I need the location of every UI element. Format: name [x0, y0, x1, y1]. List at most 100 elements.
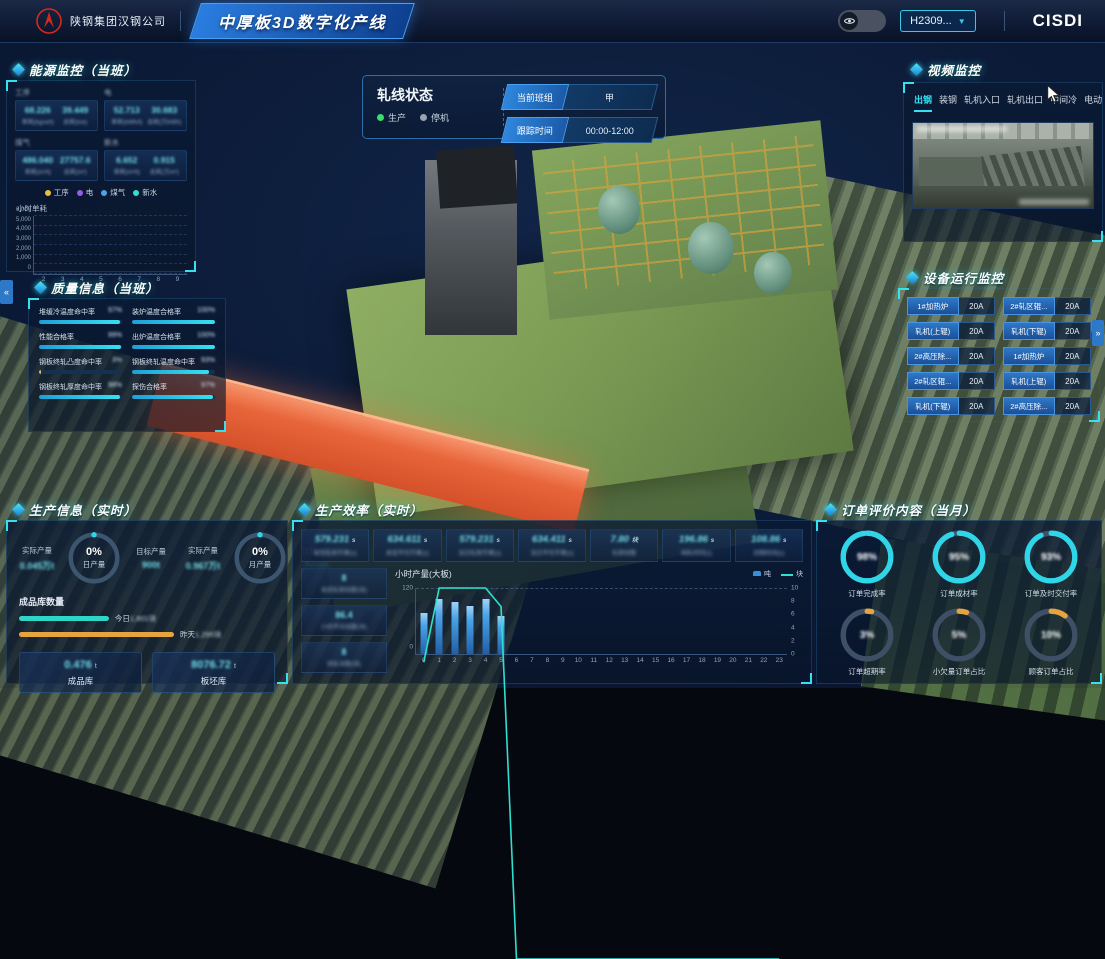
device-current-value: 20A	[1055, 347, 1091, 365]
stock-bar-row: 昨天1,295块	[19, 629, 275, 640]
quality-panel: 堆缓冷温度命中率 97% 装炉温度合格率 100% 性能合格率 99%	[28, 298, 226, 432]
legend-bars[interactable]: 吨	[753, 569, 771, 579]
device-current-value: 20A	[959, 397, 995, 415]
legend-line[interactable]: 块	[781, 569, 803, 579]
legend-item[interactable]: 工序	[45, 187, 69, 198]
status-row-label-button[interactable]: 当前班组	[501, 84, 569, 110]
stock-bar-label: 今日1,801块	[115, 613, 156, 624]
device-name-button[interactable]: 轧机(下辊)	[1003, 322, 1055, 340]
device-item: 轧机(上辊) 20A	[1003, 372, 1091, 390]
side-stat-label: 本班轧制块数(块)	[302, 585, 386, 594]
quality-progress-track	[39, 370, 122, 374]
energy-panel-header: 能源监控（当班）	[14, 60, 137, 79]
video-tab[interactable]: 轧机入口	[964, 93, 1000, 112]
diamond-icon	[824, 503, 837, 516]
page-title: 中厚板3D数字化产线	[218, 9, 386, 33]
device-name-button[interactable]: 1#加热炉	[1003, 347, 1055, 365]
stat-label: 本班轧制节奏(s)	[303, 548, 367, 557]
dropdown-value: H2309...	[910, 15, 952, 27]
camera-timestamp-overlay	[917, 126, 1007, 132]
orders-panel: 98% 订单完成率 95% 订单成材率 93% 订单及时交付率 3% 订单超期率	[816, 520, 1102, 684]
quality-label: 钢板终轧凸度命中率	[39, 357, 102, 367]
device-name-button[interactable]: 2#高压除...	[1003, 397, 1055, 415]
energy-value: 30.683	[146, 105, 184, 115]
legend-item[interactable]: 新水	[133, 187, 157, 198]
device-name-button[interactable]: 1#加热炉	[907, 297, 959, 315]
energy-value-label: 总耗(tce)	[57, 117, 95, 126]
quality-progress-track	[39, 395, 122, 399]
devices-panel-title: 设备运行监控	[923, 268, 1004, 287]
device-current-value: 20A	[1055, 297, 1091, 315]
quality-value: 98%	[108, 382, 122, 392]
quality-progress-fill	[39, 370, 41, 374]
side-stat-label: 小时平均块数(块)	[302, 622, 386, 631]
energy-group: 煤气 486.040 单耗(m³/t) 27757.6 总耗(m³)	[15, 137, 98, 181]
orders-panel-title: 订单评价内容（当月）	[841, 500, 976, 519]
expand-right-handle[interactable]: »	[1092, 320, 1104, 346]
device-item: 轧机(下辊) 20A	[907, 397, 995, 415]
visibility-toggle[interactable]	[838, 10, 886, 32]
line-status-panel: 轧线状态 生产 停机 当前班组 甲 跟踪时间 00:00-12:00	[362, 75, 666, 139]
device-name-button[interactable]: 轧机(下辊)	[907, 397, 959, 415]
order-donut: 5% 小欠量订单占比	[915, 607, 1003, 677]
video-panel-header: 视频监控	[912, 60, 981, 79]
quality-progress-track	[132, 395, 215, 399]
stat-label: 间隙时间(s)	[737, 548, 801, 557]
camera-watermark-overlay	[1019, 199, 1089, 205]
order-donut: 98% 订单完成率	[823, 529, 911, 599]
legend-item[interactable]: 煤气	[101, 187, 125, 198]
status-row-label-button[interactable]: 跟踪时间	[501, 117, 569, 143]
order-donut: 10% 顾客订单占比	[1007, 607, 1095, 677]
page-title-plate: 中厚板3D数字化产线	[189, 3, 415, 39]
warehouse-card[interactable]: 0.476 t 成品库	[19, 652, 142, 693]
stat-label: 轧制块数	[592, 548, 656, 557]
energy-value: 0.915	[146, 155, 184, 165]
quality-progress-track	[132, 370, 215, 374]
video-tab[interactable]: 电动辊	[1084, 93, 1102, 112]
top-bar: 陕钢集团汉钢公司 中厚板3D数字化产线 H2309... ▼ CISDI	[0, 0, 1105, 43]
camera-feed[interactable]	[912, 122, 1094, 209]
order-select-dropdown[interactable]: H2309... ▼	[900, 10, 976, 32]
stock-section-title: 成品库数量	[19, 595, 287, 608]
donut-percent: 95%	[931, 529, 987, 585]
device-current-value: 20A	[959, 297, 995, 315]
device-name-button[interactable]: 轧机(上辊)	[907, 322, 959, 340]
device-current-value: 20A	[959, 322, 995, 340]
legend-item[interactable]: 电	[77, 187, 94, 198]
status-label: 生产	[388, 113, 406, 123]
collapse-left-handle[interactable]: «	[0, 280, 13, 304]
device-name-button[interactable]: 2#高压除...	[907, 347, 959, 365]
device-item: 2#轧区辊... 20A	[1003, 297, 1091, 315]
line-swatch	[781, 574, 793, 576]
video-tab[interactable]: 装钢	[939, 93, 957, 112]
video-tab[interactable]: 轧机出口	[1007, 93, 1043, 112]
efficiency-panel-header: 生产效率（实时）	[300, 500, 423, 519]
efficiency-stat-card: 579.231 s 当日轧制节奏(s)	[446, 529, 514, 562]
diamond-icon	[12, 63, 25, 76]
donut-ring: 3%	[839, 607, 895, 663]
video-panel: 出钢装钢轧机入口轧机出口中间冷电动辊	[903, 82, 1103, 242]
hourly-chart-title: 小时产量(大板)	[395, 568, 452, 580]
efficiency-panel-title: 生产效率（实时）	[315, 500, 423, 519]
quality-label: 装炉温度合格率	[132, 307, 181, 317]
donut-ring: 5%	[931, 607, 987, 663]
warehouse-card[interactable]: 8076.72 t 板坯库	[152, 652, 275, 693]
stock-bar-label: 昨天1,295块	[180, 629, 221, 640]
mouse-cursor	[1046, 84, 1061, 104]
video-tab[interactable]: 出钢	[914, 93, 932, 112]
donut-ring: 93%	[1023, 529, 1079, 585]
efficiency-side-card: 86.4 小时平均块数(块)	[301, 605, 387, 636]
device-name-button[interactable]: 2#轧区辊...	[1003, 297, 1055, 315]
stock-bar	[19, 616, 109, 621]
company-logo-icon	[36, 8, 62, 34]
target-output-label: 目标产量	[125, 546, 177, 557]
device-name-button[interactable]: 轧机(上辊)	[1003, 372, 1055, 390]
device-name-button[interactable]: 2#轧区辊...	[907, 372, 959, 390]
donut-label: 订单及时交付率	[1007, 588, 1095, 599]
energy-group-name: 新水	[104, 137, 187, 148]
legend-label: 煤气	[110, 187, 125, 198]
device-item: 2#高压除... 20A	[907, 347, 995, 365]
stat-label: 纯轧时间(s)	[664, 548, 728, 557]
donut-ring: 95%	[931, 529, 987, 585]
target-output-value: 900t	[125, 560, 177, 570]
